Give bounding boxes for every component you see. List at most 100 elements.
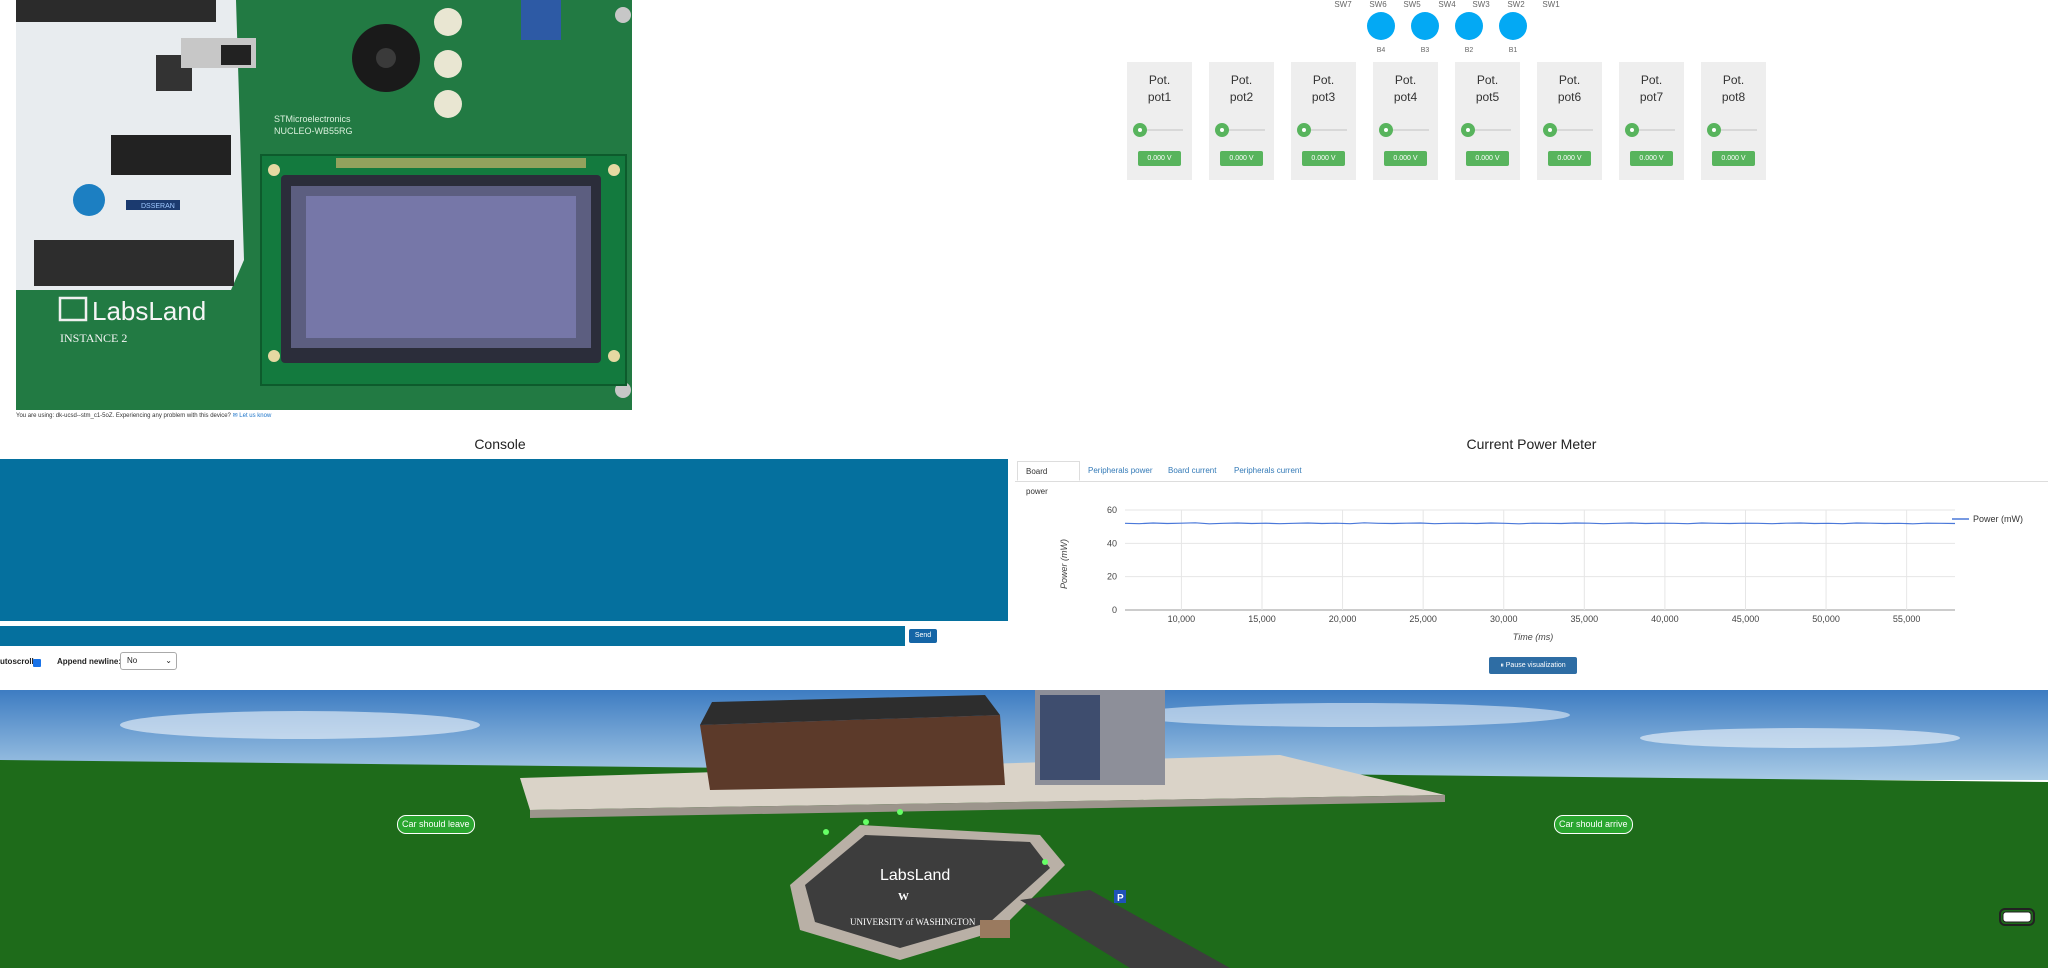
switch-label: SW5 [1403,0,1421,9]
y-tick-label: 60 [1107,505,1117,515]
car-should-arrive-badge: Car should arrive [1554,815,1633,834]
button-label: B1 [1508,47,1518,54]
button-label: B2 [1464,47,1474,54]
pot-value: 0.000 V [1220,151,1263,166]
parking-logo-text: LabsLand [880,867,950,884]
device-info-text: You are using: dk-ucsd--stm_c1-5oZ. Expe… [16,413,231,419]
pot-slider-thumb[interactable] [1215,123,1229,137]
x-tick-label: 30,000 [1490,614,1518,624]
power-meter-title: Current Power Meter [1466,436,1597,452]
x-tick-label: 35,000 [1571,614,1599,624]
power-series-line [1124,522,1956,525]
pot-value: 0.000 V [1548,151,1591,166]
board-image: DSSERAN STMicroelectronics NUCLEO-WB55RG… [16,0,632,410]
pot-slider-thumb[interactable] [1297,123,1311,137]
pot-name: pot2 [1229,90,1254,104]
pot-value: 0.000 V [1302,151,1345,166]
x-tick-label: 55,000 [1893,614,1921,624]
pot-name: pot6 [1557,90,1582,104]
car-should-leave-badge: Car should leave [397,815,475,834]
switch-label: SW6 [1369,0,1387,9]
pot-title: Pot. [1394,73,1417,87]
pot-slider-thumb[interactable] [1461,123,1475,137]
autoscroll-label: utoscroll: [0,657,37,666]
silkscreen-line-2: NUCLEO-WB55RG [274,126,353,136]
pot-name: pot5 [1475,90,1500,104]
power-chart: 0 20 40 60 10,000 15,000 20,000 25,000 30,000 35… [1059,505,2023,642]
pot-title: Pot. [1722,73,1745,87]
pot-name: pot3 [1311,90,1336,104]
x-tick-label: 25,000 [1409,614,1437,624]
tab-peripherals-power[interactable]: Peripherals power [1088,461,1152,481]
pot-value: 0.000 V [1138,151,1181,166]
tab-board-power[interactable]: Board power [1017,461,1080,496]
pot-title: Pot. [1230,73,1253,87]
pot-slider-thumb[interactable] [1625,123,1639,137]
pot-title: Pot. [1476,73,1499,87]
send-button[interactable]: Send [909,629,937,643]
x-tick-label: 50,000 [1812,614,1840,624]
pot-slider-thumb[interactable] [1543,123,1557,137]
tab-peripherals-current[interactable]: Peripherals current [1234,461,1302,481]
potentiometer-pot5: Pot. pot5 0.000 V [1455,62,1520,180]
chart-grid [1125,509,1955,611]
pot-name: pot7 [1639,90,1664,104]
parking-w-text: W [898,891,909,903]
labsland-brand: LabsLand [92,296,206,326]
pot-value: 0.000 V [1712,151,1755,166]
y-axis-label: Power (mW) [1059,539,1069,589]
pot-title: Pot. [1312,73,1335,87]
scene-render: LabsLand W UNIVERSITY of WASHINGTON P [0,690,2048,968]
potentiometer-pot6: Pot. pot6 0.000 V [1537,62,1602,180]
append-newline-value: No [127,656,138,665]
pot-name: pot1 [1147,90,1172,104]
console-title: Console [474,436,526,452]
x-tick-label: 20,000 [1329,614,1357,624]
x-tick-label: 15,000 [1248,614,1276,624]
pause-visualization-button[interactable]: ⏸ Pause visualization [1489,657,1577,674]
button-label: B3 [1420,47,1430,54]
legend-label[interactable]: Power (mW) [1973,514,2023,524]
switch-label: SW3 [1472,0,1490,9]
append-newline-label: Append newline: [57,657,121,666]
parking-uw-text: UNIVERSITY of WASHINGTON [850,917,976,927]
button-b4[interactable] [1367,12,1395,40]
potentiometer-pot1: Pot. pot1 0.000 V [1127,62,1192,180]
button-b3[interactable] [1411,12,1439,40]
button-b1[interactable] [1499,12,1527,40]
parking-3d-scene[interactable]: LabsLand W UNIVERSITY of WASHINGTON P Ca… [0,690,2048,968]
vr-headset-icon[interactable] [1999,906,2035,928]
autoscroll-checkbox[interactable] [33,659,41,667]
pot-slider-thumb[interactable] [1707,123,1721,137]
device-info: You are using: dk-ucsd--stm_c1-5oZ. Expe… [16,412,271,419]
parking-sign-label: P [1117,893,1124,904]
button-label: B4 [1376,47,1386,54]
potentiometer-pot4: Pot. pot4 0.000 V [1373,62,1438,180]
console-input[interactable] [0,626,905,646]
chart-x-ticks: 10,000 15,000 20,000 25,000 30,000 35,000 40,0… [1168,614,1921,624]
potentiometer-pot2: Pot. pot2 0.000 V [1209,62,1274,180]
let-us-know-link[interactable]: ✉ Let us know [233,413,272,419]
y-tick-label: 20 [1107,572,1117,582]
pot-slider-thumb[interactable] [1379,123,1393,137]
let-us-know-label: Let us know [239,413,272,419]
pot-title: Pot. [1640,73,1663,87]
x-axis-label: Time (ms) [1513,632,1553,642]
pot-value: 0.000 V [1466,151,1509,166]
chevron-down-icon: ⌄ [165,656,172,665]
chart-y-ticks: 0 20 40 60 [1107,505,1117,615]
button-b2[interactable] [1455,12,1483,40]
x-tick-label: 10,000 [1168,614,1196,624]
switch-label: SW7 [1334,0,1352,9]
pot-slider-thumb[interactable] [1133,123,1147,137]
append-newline-select[interactable]: No ⌄ [120,652,177,670]
pot-name: pot8 [1721,90,1746,104]
potentiometer-pot7: Pot. pot7 0.000 V [1619,62,1684,180]
chip-label: DSSERAN [141,203,175,210]
tab-board-current[interactable]: Board current [1168,461,1216,481]
switch-label: SW2 [1507,0,1525,9]
console-output[interactable] [0,459,1008,621]
potentiometer-pot3: Pot. pot3 0.000 V [1291,62,1356,180]
potentiometer-pot8: Pot. pot8 0.000 V [1701,62,1766,180]
x-tick-label: 45,000 [1732,614,1760,624]
